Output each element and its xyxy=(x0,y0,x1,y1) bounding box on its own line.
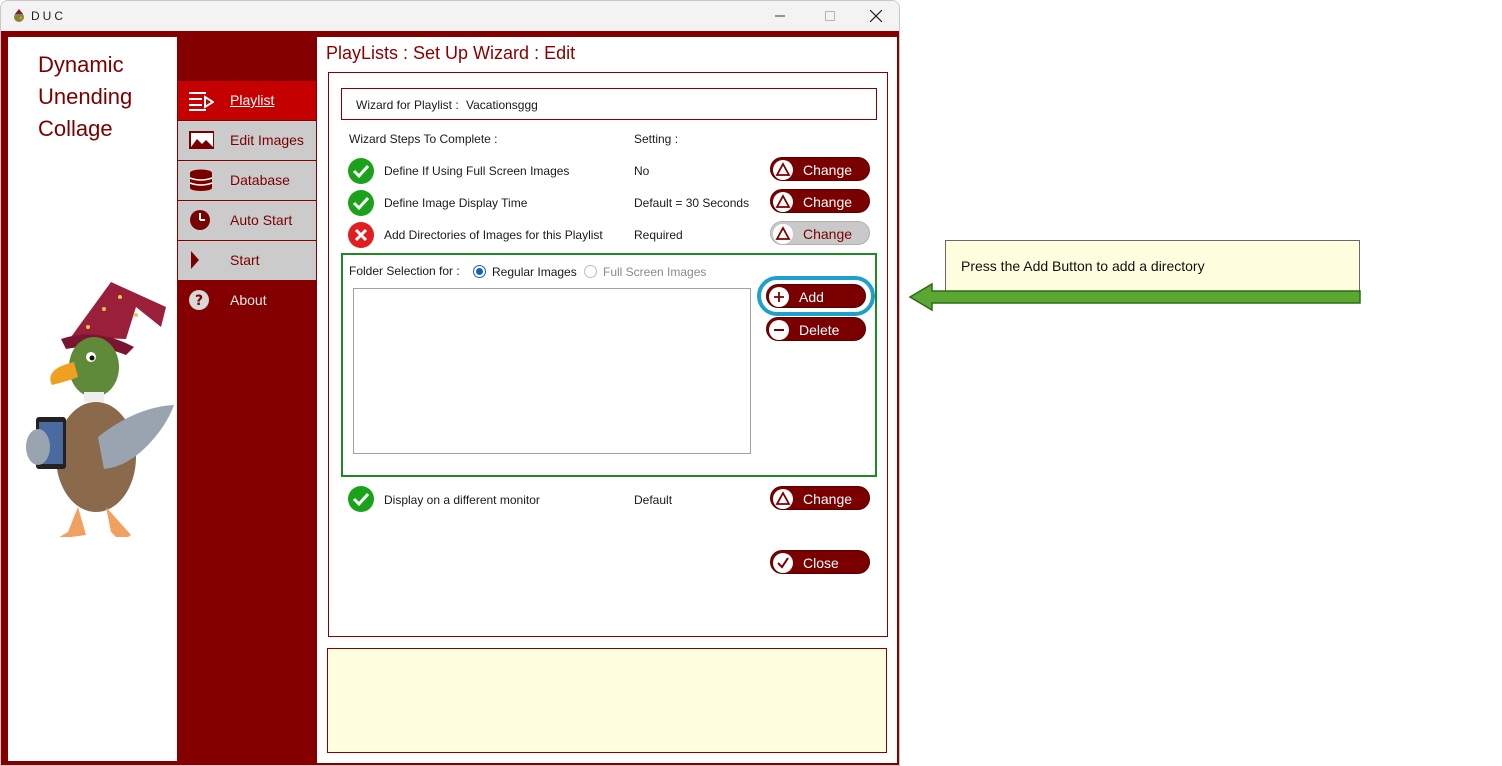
duck-app-icon xyxy=(14,9,24,22)
step-3-change-button[interactable]: Change xyxy=(770,221,870,245)
wizard-name-value: Vacationsggg xyxy=(466,98,538,112)
steps-header: Wizard Steps To Complete : xyxy=(349,132,498,146)
title-bar: DUC xyxy=(1,1,899,31)
close-window-button[interactable] xyxy=(853,1,899,31)
sidebar-item-edit-images[interactable]: Edit Images xyxy=(178,121,316,160)
close-wizard-button[interactable]: Close xyxy=(770,550,870,574)
folder-list[interactable] xyxy=(353,288,751,454)
sidebar-item-label: About xyxy=(230,292,267,308)
check-success-icon xyxy=(348,486,374,512)
change-button-label: Change xyxy=(803,226,853,242)
wizard-playlist-name-box: Wizard for Playlist : Vacationsggg xyxy=(341,88,877,120)
sidebar-item-label: Auto Start xyxy=(230,212,293,228)
delete-button-label: Delete xyxy=(799,322,840,338)
play-icon xyxy=(191,251,199,269)
maximize-button[interactable] xyxy=(807,1,853,31)
step-3-setting: Required xyxy=(634,228,683,242)
step-4-setting: Default xyxy=(634,493,673,507)
sidebar-item-database[interactable]: Database xyxy=(178,161,316,200)
setting-header: Setting : xyxy=(634,132,679,146)
clock-icon xyxy=(190,210,210,230)
wizard-name-label: Wizard for Playlist : xyxy=(356,98,459,112)
app-logo-text: Dynamic Unending Collage xyxy=(38,49,132,145)
playlist-icon xyxy=(189,92,214,111)
sidebar-item-label: Playlist xyxy=(230,92,275,108)
add-folder-button[interactable]: Add xyxy=(766,284,866,308)
main-content: PlayLists : Set Up Wizard : Edit Wizard … xyxy=(317,37,897,763)
window-title: DUC xyxy=(31,9,66,23)
logo-line-3: Collage xyxy=(38,116,113,141)
change-button-label: Change xyxy=(803,491,853,507)
sidebar-item-playlist[interactable]: Playlist xyxy=(178,81,316,120)
step-2-setting: Default = 30 Seconds xyxy=(634,196,750,210)
image-icon xyxy=(189,131,214,149)
sidebar-nav: Playlist Edit Images Database Auto Start… xyxy=(178,81,316,321)
minimize-button[interactable] xyxy=(757,1,803,31)
maximize-icon xyxy=(825,11,835,21)
sidebar-item-auto-start[interactable]: Auto Start xyxy=(178,201,316,240)
arrow-left-icon xyxy=(908,282,1361,312)
radio-full-screen-images-label[interactable]: Full Screen Images xyxy=(603,265,706,279)
logo-line-2: Unending xyxy=(38,84,133,109)
step-4-label: Display on a different monitor xyxy=(384,493,540,507)
sidebar-item-start[interactable]: Start xyxy=(178,241,316,280)
logo-line-1: Dynamic xyxy=(38,52,124,77)
step-2-change-button[interactable]: Change xyxy=(770,189,870,213)
step-1-change-button[interactable]: Change xyxy=(770,157,870,181)
triangle-up-icon xyxy=(773,224,793,244)
callout-text: Press the Add Button to add a directory xyxy=(961,258,1205,274)
triangle-up-icon xyxy=(773,489,793,509)
radio-full-screen-images[interactable] xyxy=(584,265,597,278)
plus-icon xyxy=(769,287,789,307)
sidebar-item-about[interactable]: ? About xyxy=(178,281,316,320)
step-2-label: Define Image Display Time xyxy=(384,196,528,210)
wizard-duck-mascot xyxy=(26,282,174,537)
minus-icon xyxy=(769,320,789,340)
error-x-icon xyxy=(348,222,374,248)
step-3-label: Add Directories of Images for this Playl… xyxy=(384,228,603,242)
radio-regular-images-label[interactable]: Regular Images xyxy=(492,265,577,279)
add-button-label: Add xyxy=(799,289,824,305)
close-icon xyxy=(870,10,882,22)
step-4-change-button[interactable]: Change xyxy=(770,486,870,510)
check-success-icon xyxy=(348,190,374,216)
message-panel xyxy=(327,648,887,753)
folder-selection-panel: Folder Selection for : Regular Images Fu… xyxy=(341,253,877,477)
page-title: PlayLists : Set Up Wizard : Edit xyxy=(326,43,576,63)
delete-folder-button[interactable]: Delete xyxy=(766,317,866,341)
step-1-label: Define If Using Full Screen Images xyxy=(384,164,570,178)
minimize-icon xyxy=(775,15,785,17)
sidebar-item-label: Database xyxy=(230,172,290,188)
checkmark-icon xyxy=(773,553,793,573)
folder-selection-label: Folder Selection for : xyxy=(349,264,460,278)
close-button-label: Close xyxy=(803,555,839,571)
change-button-label: Change xyxy=(803,194,853,210)
svg-text:?: ? xyxy=(195,293,203,309)
change-button-label: Change xyxy=(803,162,853,178)
radio-regular-images[interactable] xyxy=(473,265,486,278)
wizard-panel: Wizard for Playlist : Vacationsggg Wizar… xyxy=(328,72,888,637)
sidebar-item-label: Edit Images xyxy=(230,132,304,148)
check-success-icon xyxy=(348,158,374,184)
help-icon: ? xyxy=(189,290,209,310)
logo-panel: Dynamic Unending Collage xyxy=(8,37,177,761)
database-icon xyxy=(189,169,213,191)
app-window: DUC Dynamic Unending Collage Playlist Ed… xyxy=(0,0,900,766)
triangle-up-icon xyxy=(773,160,793,180)
sidebar-item-label: Start xyxy=(230,252,260,268)
triangle-up-icon xyxy=(773,192,793,212)
step-1-setting: No xyxy=(634,164,650,178)
